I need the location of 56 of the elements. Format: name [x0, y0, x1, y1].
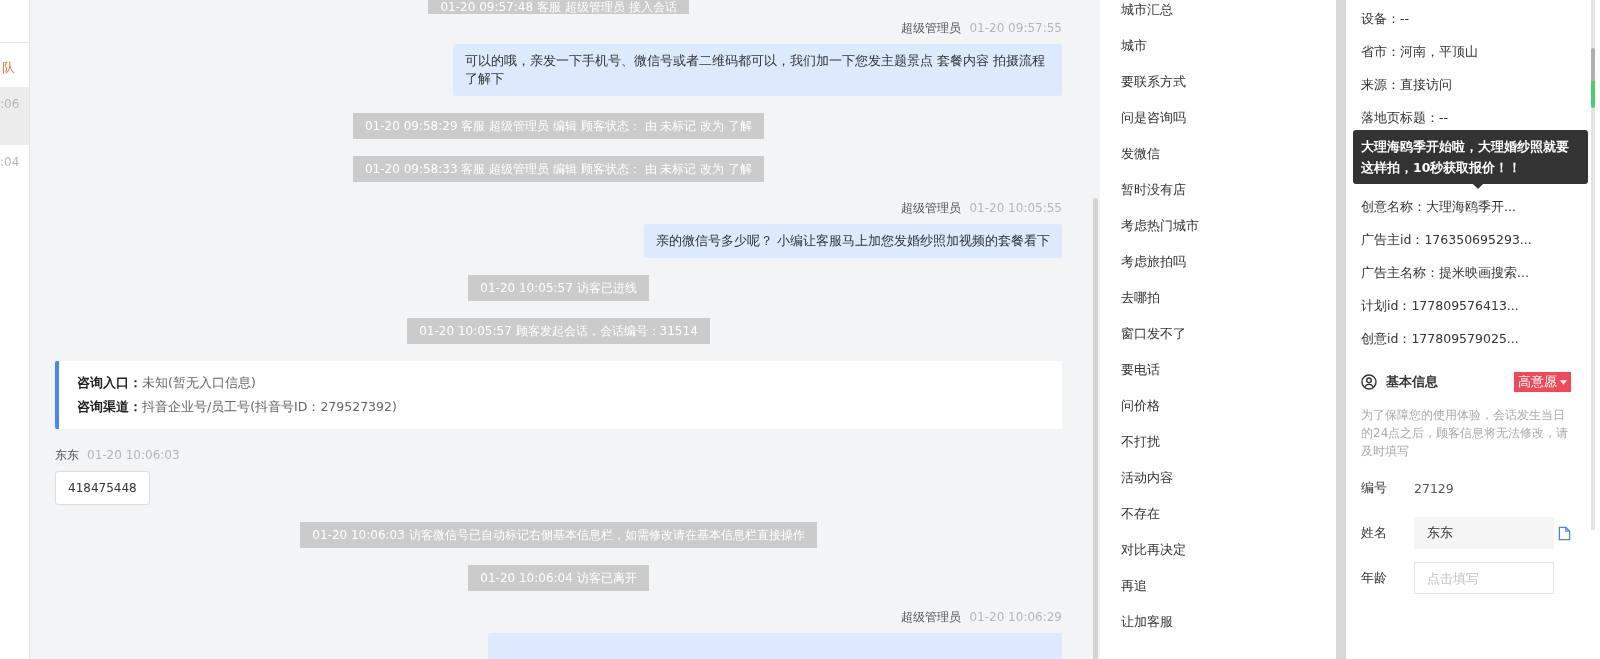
- quick-reply-item[interactable]: 考虑旅拍吗: [1121, 253, 1186, 271]
- quick-reply-item[interactable]: 活动内容: [1121, 469, 1173, 487]
- quick-reply-item[interactable]: 要联系方式: [1121, 73, 1186, 91]
- field-value: 27129: [1414, 480, 1454, 496]
- info-row: 广告主名称：提米映画搜索...: [1361, 264, 1529, 282]
- sender-name: 超级管理员: [901, 20, 962, 37]
- info-row: 省市：河南，平顶山: [1361, 43, 1478, 61]
- scrollbar-thumb[interactable]: [1093, 198, 1098, 659]
- sender-name: 东东: [55, 447, 79, 464]
- quick-reply-item[interactable]: 问价格: [1121, 397, 1160, 415]
- caret-icon: [1560, 379, 1567, 385]
- message-time: 01-20 09:57:55: [969, 20, 1062, 37]
- agent-message: 亲的微信号多少呢？ 小编让客服马上加您发婚纱照加视频的套餐看下: [644, 224, 1062, 258]
- entry-value: 未知(暂无入口信息): [142, 374, 256, 392]
- info-row: 创意id：177809579025...: [1361, 330, 1519, 348]
- quick-reply-item[interactable]: 不存在: [1121, 505, 1160, 523]
- tooltip-arrow-icon: [1473, 184, 1483, 189]
- message-time: 01-20 10:06:03: [87, 447, 180, 464]
- quick-reply-item[interactable]: 让加客服: [1121, 613, 1173, 631]
- quick-reply-item[interactable]: 问是咨询吗: [1121, 109, 1186, 127]
- info-row: 落地页标题：--: [1361, 109, 1449, 127]
- info-row: 来源：直接访问: [1361, 76, 1452, 94]
- quick-reply-item[interactable]: 要电话: [1121, 361, 1160, 379]
- section-title: 基本信息: [1386, 373, 1438, 391]
- entry-label: 咨询入口：: [77, 374, 142, 392]
- entry-value: 抖音企业号/员工号(抖音号ID：279527392): [142, 398, 397, 416]
- quick-reply-item[interactable]: 城市汇总: [1121, 1, 1173, 19]
- quick-reply-item[interactable]: 城市: [1121, 37, 1147, 55]
- sender-name: 超级管理员: [901, 200, 962, 217]
- info-row: 创意名称：大理海鸥季开...: [1361, 198, 1516, 216]
- info-row: 设备：--: [1361, 10, 1410, 28]
- field-label: 年龄: [1361, 569, 1388, 587]
- quick-reply-item[interactable]: 不打扰: [1121, 433, 1160, 451]
- input-field[interactable]: 东东: [1414, 517, 1554, 549]
- visitor-message: 418475448: [55, 471, 150, 505]
- message-time: 01-20 10:06:29: [969, 609, 1062, 626]
- scrollbar-thumb[interactable]: [1591, 48, 1595, 108]
- user-circle-icon: [1361, 374, 1377, 390]
- quick-reply-item[interactable]: 再追: [1121, 577, 1147, 595]
- agent-message: 可以的哦，亲发一下手机号、微信号或者二维码都可以，我们加一下您发主题景点 套餐内容 拍摄流程了解下: [453, 44, 1062, 96]
- sender-name: 超级管理员: [901, 609, 962, 626]
- info-row: 广告主id：176350695293...: [1361, 231, 1532, 249]
- notice-text: 为了保障您的使用体验，会话发生当日的24点之后，顾客信息将无法修改，请及时填写: [1361, 407, 1570, 460]
- field-label: 编号: [1361, 479, 1388, 497]
- quick-reply-item[interactable]: 对比再决定: [1121, 541, 1186, 559]
- quick-reply-item[interactable]: 去哪拍: [1121, 289, 1160, 307]
- message-time: 01-20 10:05:55: [969, 200, 1062, 217]
- copy-icon[interactable]: [1558, 525, 1571, 541]
- quick-reply-item[interactable]: 发微信: [1121, 145, 1160, 163]
- quick-reply-item[interactable]: 窗口发不了: [1121, 325, 1186, 343]
- info-row: 计划id：177809576413...: [1361, 297, 1519, 315]
- quick-reply-item[interactable]: 暂时没有店: [1121, 181, 1186, 199]
- entry-label: 咨询渠道：: [77, 398, 142, 416]
- intent-dropdown[interactable]: 高意愿: [1514, 372, 1571, 392]
- quick-reply-item[interactable]: 考虑热门城市: [1121, 217, 1199, 235]
- field-label: 姓名: [1361, 524, 1388, 542]
